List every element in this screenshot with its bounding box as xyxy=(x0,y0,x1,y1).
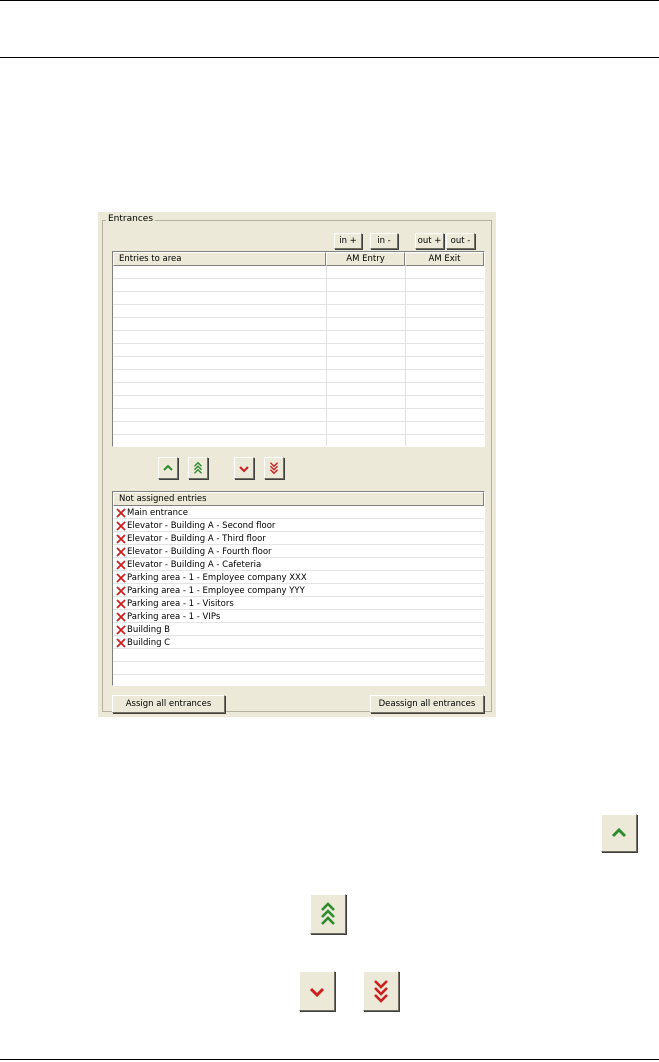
x-icon xyxy=(116,559,126,570)
move-up-button[interactable] xyxy=(158,457,178,479)
entrances-panel: Entrances in + in - out + out - Entries … xyxy=(98,212,496,717)
list-item[interactable]: Main entrance xyxy=(113,506,484,519)
in-minus-button[interactable]: in - xyxy=(370,233,398,249)
deassign-all-button[interactable]: Deassign all entrances xyxy=(370,695,484,713)
x-icon xyxy=(116,533,126,544)
entries-table[interactable]: Entries to area AM Entry AM Exit xyxy=(112,251,485,447)
large-move-up-button[interactable] xyxy=(601,814,637,852)
assign-all-button[interactable]: Assign all entrances xyxy=(112,695,225,713)
list-item[interactable]: Building B xyxy=(113,623,484,636)
list-item-label: Elevator - Building A - Third floor xyxy=(127,533,266,544)
column-am-exit[interactable]: AM Exit xyxy=(405,252,484,266)
deassign-all-label: Deassign all entrances xyxy=(378,699,476,709)
x-icon xyxy=(116,598,126,609)
entries-table-header: Entries to area AM Entry AM Exit xyxy=(113,252,484,266)
out-plus-label: out + xyxy=(417,236,442,246)
list-item[interactable]: Parking area - 1 - Employee company YYY xyxy=(113,584,484,597)
double-chevron-down-icon xyxy=(270,462,278,475)
chevron-down-icon xyxy=(309,987,325,998)
header-rule xyxy=(0,57,659,58)
in-plus-label: in + xyxy=(339,236,357,246)
list-item-label: Parking area - 1 - Visitors xyxy=(127,598,234,609)
list-item[interactable]: Building C xyxy=(113,636,484,649)
list-item-label: Elevator - Building A - Fourth floor xyxy=(127,546,272,557)
double-chevron-down-icon xyxy=(374,980,388,1003)
large-move-all-down-button[interactable] xyxy=(363,971,399,1011)
list-item[interactable]: Parking area - 1 - Visitors xyxy=(113,597,484,610)
assign-all-label: Assign all entrances xyxy=(125,699,212,709)
in-minus-label: in - xyxy=(377,236,391,246)
x-icon xyxy=(116,611,126,622)
list-item[interactable]: Elevator - Building A - Second floor xyxy=(113,519,484,532)
column-entries-to-area[interactable]: Entries to area xyxy=(113,252,326,266)
list-item-label: Elevator - Building A - Cafeteria xyxy=(127,559,262,570)
double-chevron-up-icon xyxy=(321,902,335,925)
column-not-assigned-entries[interactable]: Not assigned entries xyxy=(113,492,484,506)
x-icon xyxy=(116,572,126,583)
list-item[interactable]: Elevator - Building A - Third floor xyxy=(113,532,484,545)
not-assigned-list[interactable]: Not assigned entries Main entrance Eleva… xyxy=(112,491,485,686)
in-plus-button[interactable]: in + xyxy=(334,233,362,249)
list-item-label: Parking area - 1 - VIPs xyxy=(127,611,221,622)
out-minus-button[interactable]: out - xyxy=(446,233,475,249)
chevron-up-icon xyxy=(163,464,173,471)
large-move-all-up-button[interactable] xyxy=(310,894,346,934)
x-icon xyxy=(116,585,126,596)
list-item[interactable]: Elevator - Building A - Cafeteria xyxy=(113,558,484,571)
move-all-down-button[interactable] xyxy=(264,457,284,479)
not-assigned-body[interactable]: Main entrance Elevator - Building A - Se… xyxy=(113,506,484,685)
column-am-entry[interactable]: AM Entry xyxy=(326,252,405,266)
column-divider xyxy=(405,266,406,446)
list-item-label: Elevator - Building A - Second floor xyxy=(127,520,276,531)
chevron-up-icon xyxy=(611,827,627,838)
out-plus-button[interactable]: out + xyxy=(415,233,444,249)
x-icon xyxy=(116,637,126,648)
chevron-down-icon xyxy=(239,466,249,473)
not-assigned-header: Not assigned entries xyxy=(113,492,484,506)
list-item-label: Main entrance xyxy=(127,507,188,518)
large-move-down-button[interactable] xyxy=(299,971,335,1011)
x-icon xyxy=(116,507,126,518)
move-down-button[interactable] xyxy=(234,457,254,479)
list-item-label: Parking area - 1 - Employee company XXX xyxy=(127,572,307,583)
x-icon xyxy=(116,546,126,557)
out-minus-label: out - xyxy=(450,236,471,246)
double-chevron-up-icon xyxy=(194,461,202,474)
list-item-label: Parking area - 1 - Employee company YYY xyxy=(127,585,305,596)
list-item[interactable]: Parking area - 1 - Employee company XXX xyxy=(113,571,484,584)
column-divider xyxy=(326,266,327,446)
list-item[interactable]: Elevator - Building A - Fourth floor xyxy=(113,545,484,558)
x-icon xyxy=(116,520,126,531)
group-title: Entrances xyxy=(106,214,156,224)
entries-table-body[interactable] xyxy=(113,266,484,446)
list-item[interactable]: Parking area - 1 - VIPs xyxy=(113,610,484,623)
footer-rule xyxy=(0,1059,659,1060)
top-rule xyxy=(0,0,659,1)
list-item-label: Building B xyxy=(127,624,171,635)
list-item-label: Building C xyxy=(127,637,171,648)
move-all-up-button[interactable] xyxy=(188,457,208,479)
x-icon xyxy=(116,624,126,635)
